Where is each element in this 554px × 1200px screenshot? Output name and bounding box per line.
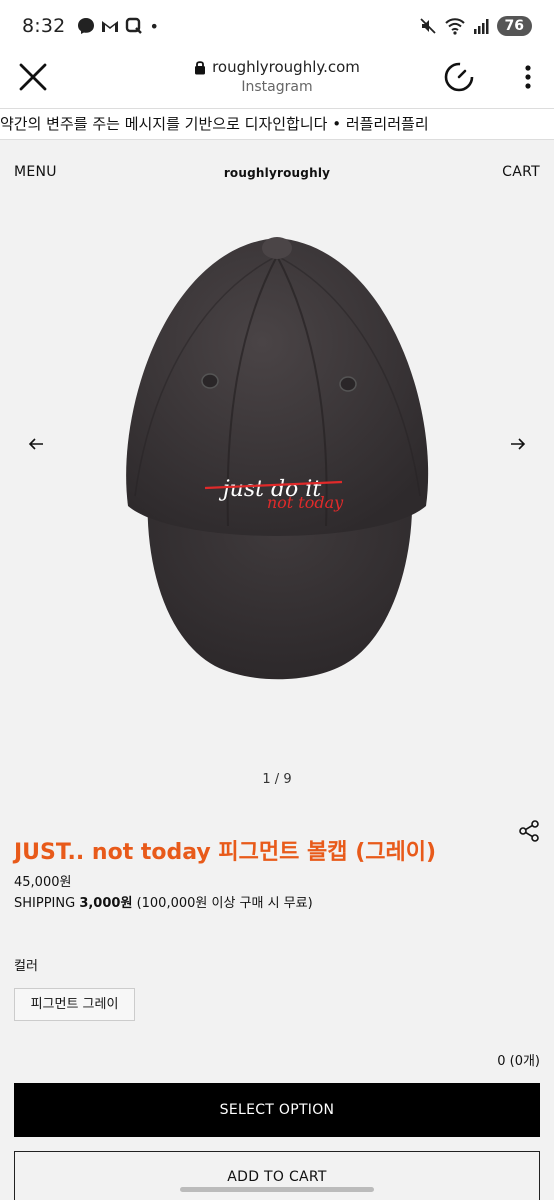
select-option-button[interactable]: SELECT OPTION [14, 1083, 540, 1137]
gmail-icon [102, 21, 119, 32]
mute-icon [419, 18, 436, 34]
battery-indicator: 76 [496, 16, 532, 36]
site-header: MENU roughlyroughly CART [0, 140, 554, 206]
marquee-text: 약간의 변주를 주는 메시지를 기반으로 디자인합니다 • 러플리러플리 [0, 115, 429, 133]
timer-icon[interactable] [442, 60, 476, 94]
previous-image-arrow-icon[interactable] [26, 434, 46, 454]
status-right-icons: 76 [419, 16, 532, 36]
share-icon[interactable] [518, 820, 540, 842]
lock-icon [195, 60, 206, 74]
more-options-icon[interactable] [524, 64, 532, 90]
add-to-cart-button[interactable]: ADD TO CART [14, 1151, 540, 1200]
shipping-info: SHIPPING 3,000원 (100,000원 이상 구매 시 무료) [14, 892, 313, 911]
embroidery-text-sub: not today [267, 493, 344, 512]
wifi-icon [444, 18, 465, 35]
cart-link[interactable]: CART [502, 164, 540, 180]
status-time: 8:32 [22, 15, 66, 37]
notification-icons: • [77, 16, 159, 36]
home-indicator[interactable] [180, 1187, 374, 1192]
product-gallery[interactable]: just do it not today [0, 206, 554, 756]
more-notifications-dot-icon: • [149, 16, 159, 36]
product-photo-cap: just do it not today [126, 237, 429, 680]
announcement-marquee: 약간의 변주를 주는 메시지를 기반으로 디자인합니다 • 러플리러플리 [0, 108, 554, 140]
shipping-label: SHIPPING [14, 896, 76, 911]
chat-icon [126, 17, 143, 34]
status-bar: 8:32 • 76 [0, 0, 554, 52]
site-logo[interactable]: roughlyroughly [0, 166, 554, 180]
screen: 8:32 • 76 roughlyroughly.com Instagram 약 [0, 0, 554, 1200]
product-title: JUST.. not today 피그먼트 볼캡 (그레이) [14, 840, 437, 865]
quantity-total: 0 (0개) [497, 1054, 540, 1069]
shipping-note: (100,000원 이상 구매 시 무료) [136, 896, 313, 911]
product-price: 45,000원 [14, 875, 72, 890]
next-image-arrow-icon[interactable] [508, 434, 528, 454]
gallery-page-indicator: 1 / 9 [262, 772, 292, 787]
signal-icon [473, 19, 489, 34]
shipping-amount: 3,000원 [79, 896, 133, 911]
option-label: 컬러 [14, 959, 38, 974]
color-option-chip[interactable]: 피그먼트 그레이 [14, 988, 135, 1021]
url-text: roughlyroughly.com [212, 58, 360, 76]
browser-toolbar: roughlyroughly.com Instagram [0, 52, 554, 108]
messenger-icon [78, 18, 95, 34]
